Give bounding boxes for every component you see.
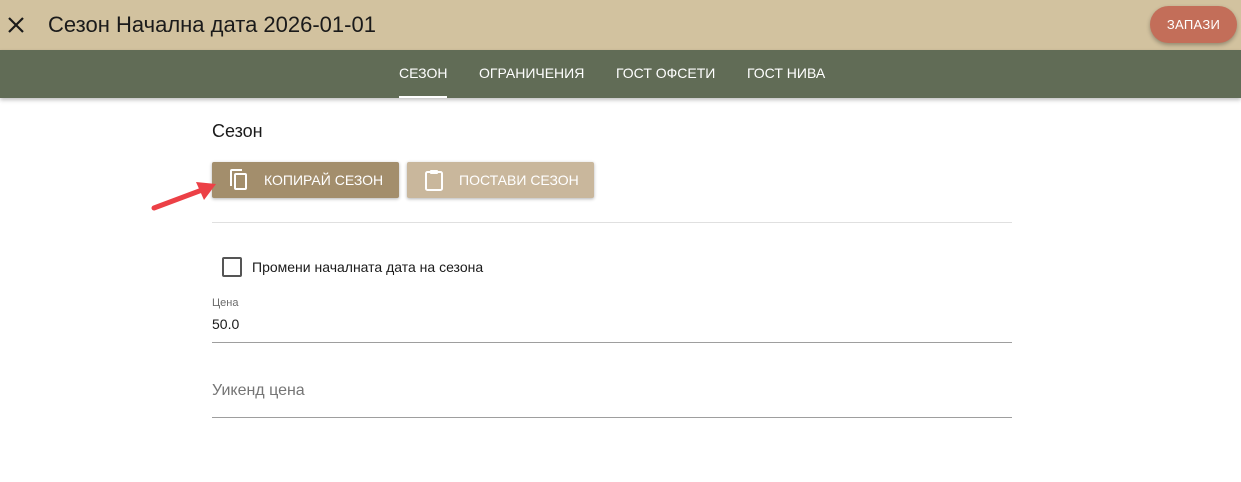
save-button[interactable]: ЗАПАЗИ: [1150, 6, 1237, 43]
annotation-arrow-icon: [151, 182, 216, 211]
paste-season-button[interactable]: ПОСТАВИ СЕЗОН: [407, 162, 594, 198]
tab-restrictions[interactable]: ОГРАНИЧЕНИЯ: [479, 50, 584, 98]
copy-season-button[interactable]: КОПИРАЙ СЕЗОН: [212, 162, 399, 198]
page-title: Сезон Начална дата 2026-01-01: [48, 12, 376, 37]
copy-season-label: КОПИРАЙ СЕЗОН: [264, 172, 384, 188]
tab-guest-offsets[interactable]: ГОСТ ОФСЕТИ: [616, 50, 715, 98]
tab-bar: СЕЗОН ОГРАНИЧЕНИЯ ГОСТ ОФСЕТИ ГОСТ НИВА: [0, 50, 1241, 98]
close-icon: [8, 17, 24, 33]
clipboard-icon: [425, 170, 443, 191]
paste-season-label: ПОСТАВИ СЕЗОН: [459, 172, 579, 188]
tab-season[interactable]: СЕЗОН: [399, 50, 448, 98]
app-header: Сезон Начална дата 2026-01-01 ЗАПАЗИ: [0, 0, 1241, 50]
price-field[interactable]: [212, 314, 1012, 334]
change-start-date-label: Промени началната дата на сезона: [252, 259, 484, 275]
section-title: Сезон: [212, 121, 263, 141]
price-label: Цена: [212, 297, 239, 309]
change-start-date-checkbox[interactable]: [222, 257, 242, 277]
close-button[interactable]: [4, 13, 28, 37]
section-divider: [212, 222, 1012, 223]
weekend-price-underline: [212, 417, 1012, 418]
tab-guest-levels[interactable]: ГОСТ НИВА: [747, 50, 825, 98]
price-underline: [212, 342, 1012, 343]
weekend-price-field[interactable]: [212, 381, 1012, 401]
copy-icon: [230, 169, 247, 190]
